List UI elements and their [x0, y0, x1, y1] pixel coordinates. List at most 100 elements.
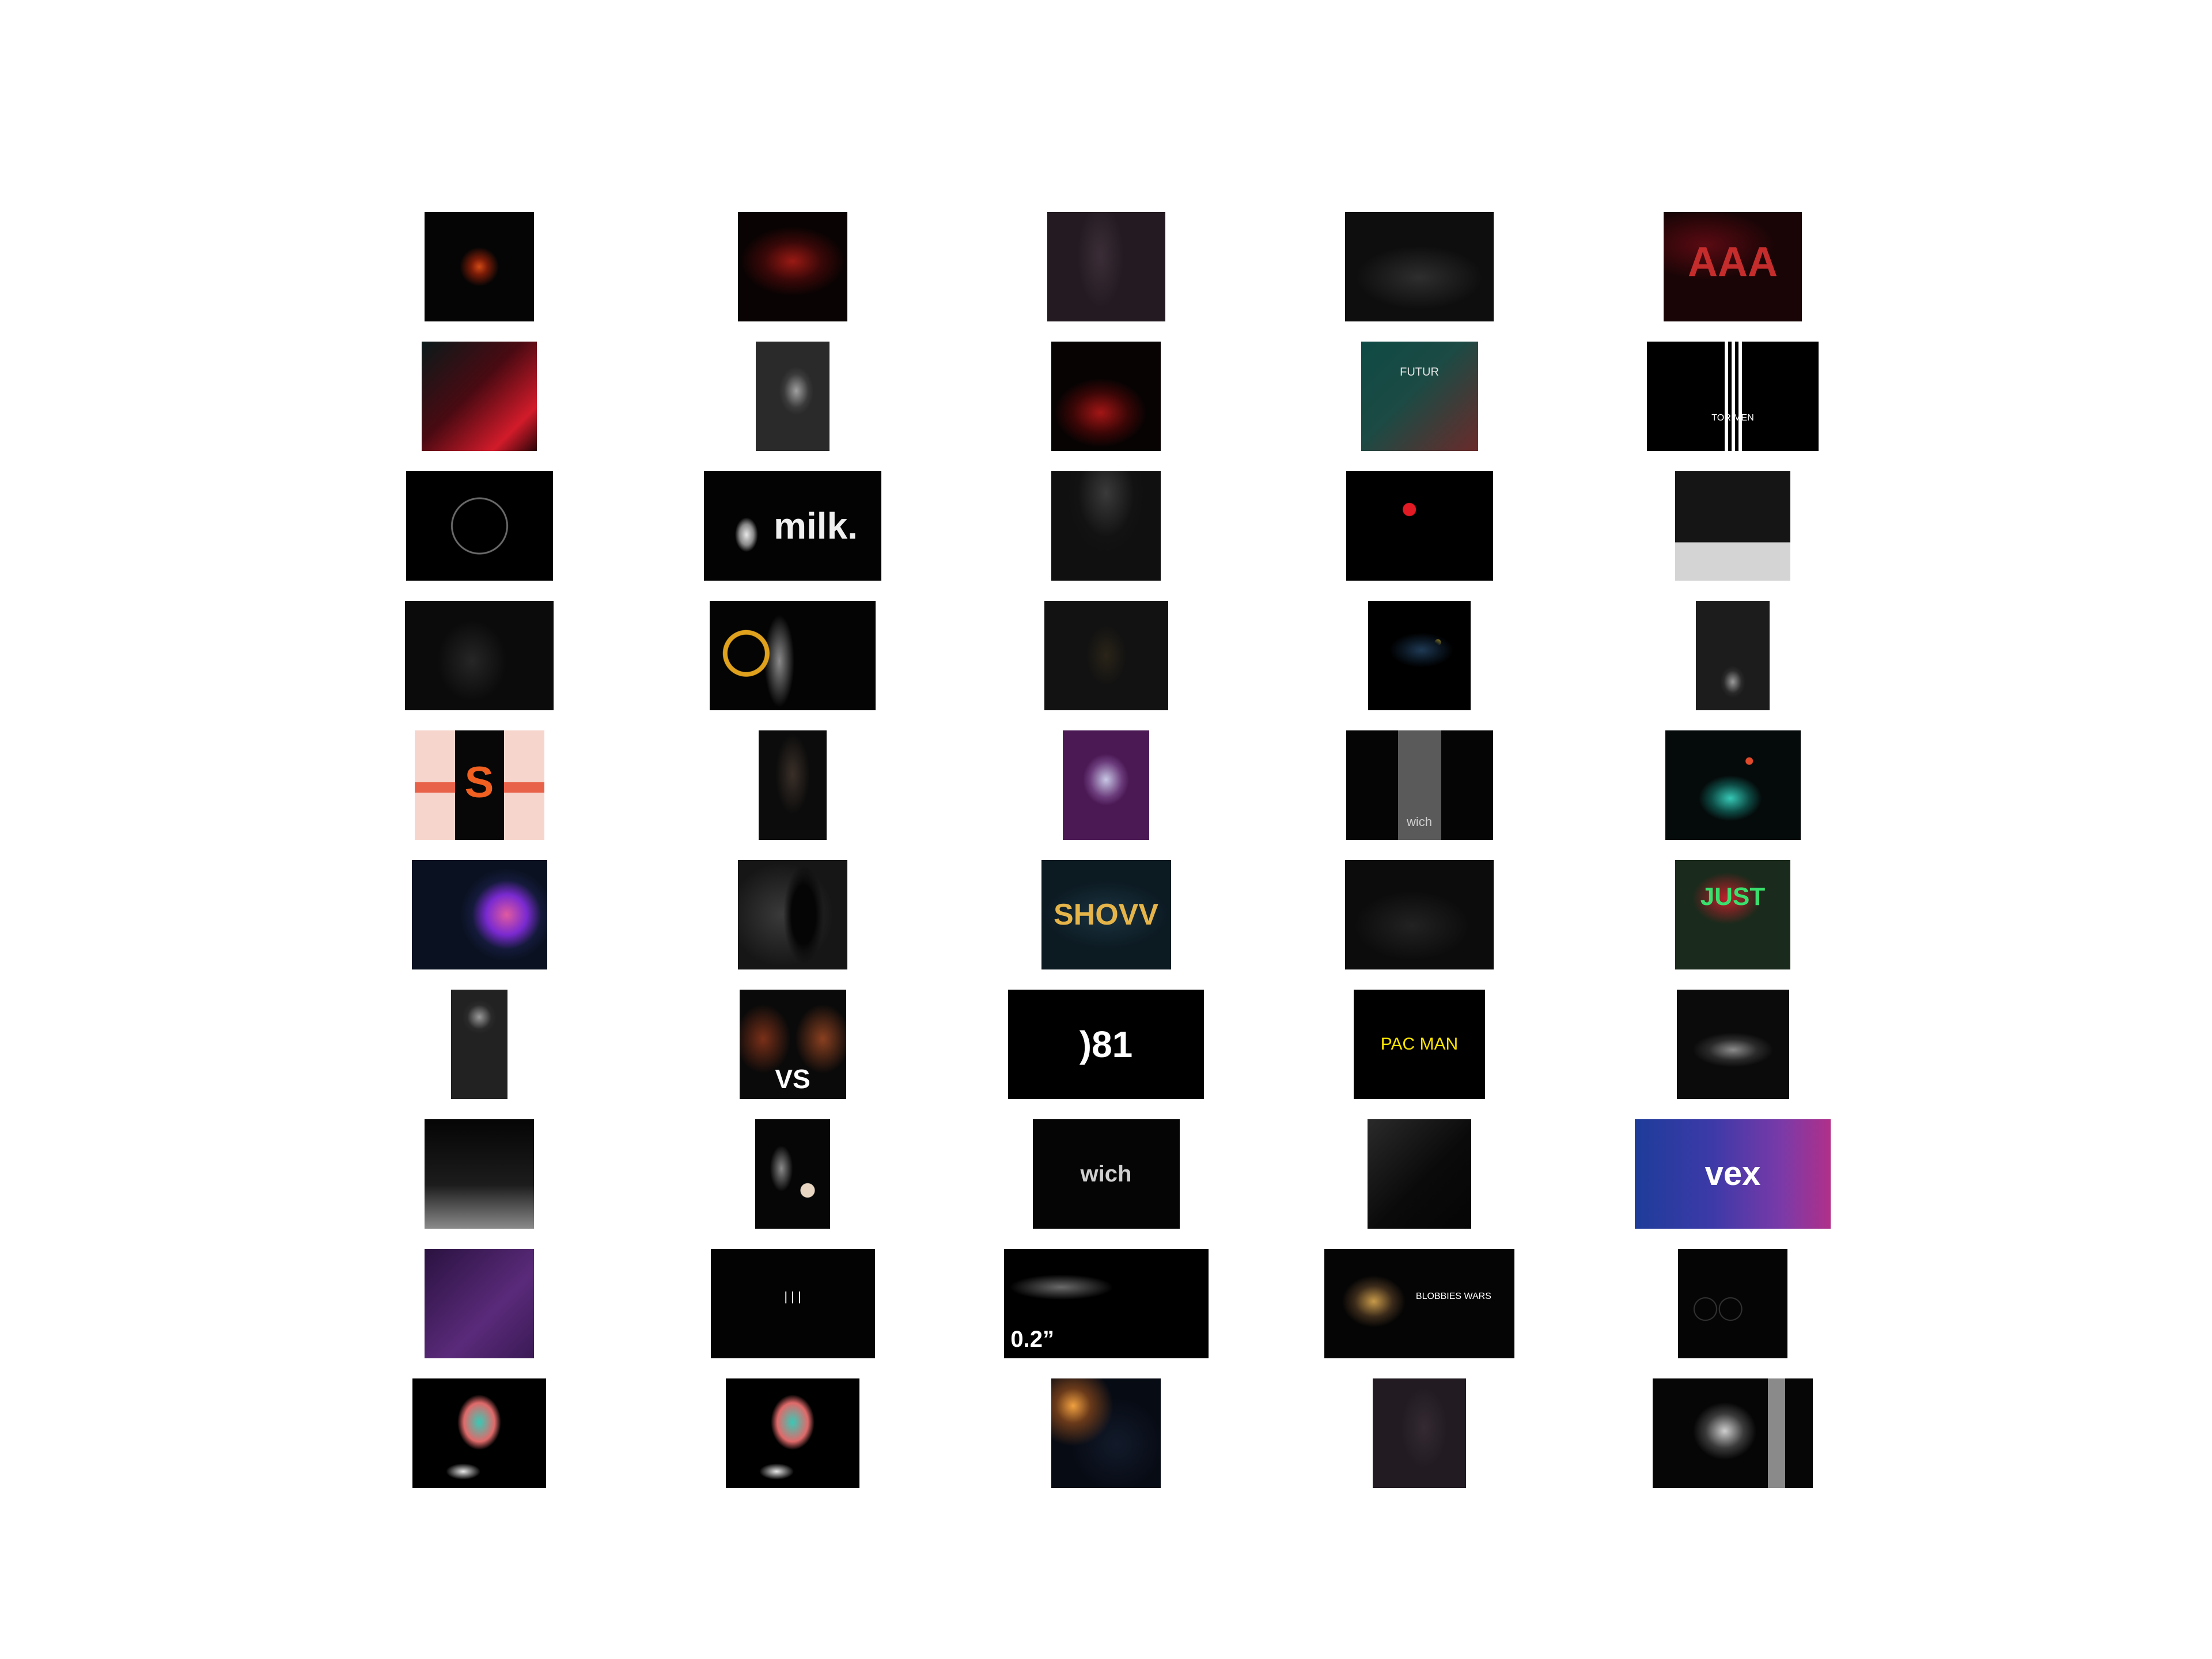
thumb-dark-machinery[interactable] — [1345, 859, 1494, 969]
thumb-dark-objects[interactable] — [1345, 211, 1494, 321]
grid-cell: S — [323, 720, 636, 850]
grid-cell — [636, 331, 949, 461]
thumb-gray-horizon[interactable] — [425, 1119, 534, 1229]
thumb-harmonica-hand[interactable] — [755, 1119, 830, 1229]
thumbnail-label: JUST — [1700, 882, 1766, 911]
grid-cell: AAA — [1576, 202, 1889, 331]
thumb-02-display[interactable]: 0.2” — [1003, 1248, 1209, 1358]
thumb-081[interactable]: )81 — [1008, 989, 1204, 1099]
thumbnail-label: S — [464, 757, 494, 807]
thumbnail-label: VS — [775, 1064, 810, 1094]
thumb-heart[interactable] — [1346, 471, 1493, 581]
grid-cell — [949, 331, 1263, 461]
grid-cell — [323, 1238, 636, 1368]
thumb-bird[interactable] — [1368, 600, 1471, 710]
thumb-book-stand[interactable] — [1653, 1378, 1813, 1488]
grid-cell — [1576, 1238, 1889, 1368]
thumb-dark-purple[interactable] — [1047, 211, 1165, 321]
thumb-warm-light[interactable] — [1051, 1378, 1161, 1488]
thumb-bryant-vs-jordan[interactable]: VS — [739, 989, 846, 1099]
grid-cell: BLOBBIES WARS — [1263, 1238, 1576, 1368]
thumb-bearded-man[interactable] — [1696, 600, 1770, 710]
thumb-gold-g-poster[interactable] — [710, 600, 876, 710]
thumb-green-creature[interactable] — [1665, 730, 1801, 840]
thumbnail-label: SHOVV — [1053, 897, 1159, 931]
grid-cell: PAC MAN — [1263, 979, 1576, 1109]
grid-cell — [323, 850, 636, 979]
grid-cell — [323, 979, 636, 1109]
thumb-teal-balloon-1[interactable] — [412, 1378, 546, 1488]
grid-cell — [1576, 590, 1889, 720]
thumb-gold-frame[interactable] — [1044, 600, 1168, 710]
thumbnail-label: | | | — [784, 1289, 801, 1304]
thumb-red-knot[interactable] — [1051, 341, 1161, 451]
grid-cell — [636, 1109, 949, 1238]
grid-cell — [1576, 720, 1889, 850]
grid-cell — [949, 202, 1263, 331]
grid-cell — [1576, 979, 1889, 1109]
grid-cell: JUST — [1576, 850, 1889, 979]
thumb-wich-bag[interactable]: wich — [1346, 730, 1493, 840]
grid-cell: | | | — [636, 1238, 949, 1368]
thumb-split-portrait[interactable] — [1675, 471, 1790, 581]
grid-cell — [949, 590, 1263, 720]
thumb-red-neon-woman[interactable] — [422, 341, 537, 451]
thumb-just-do-it[interactable]: JUST — [1675, 859, 1790, 969]
thumb-digital-design[interactable] — [1678, 1248, 1787, 1358]
grid-cell — [323, 461, 636, 590]
grid-cell — [323, 1109, 636, 1238]
thumb-red-figure[interactable] — [425, 211, 534, 321]
thumb-portrait-gray[interactable] — [756, 341, 830, 451]
thumb-dark-car[interactable] — [1676, 989, 1789, 1099]
thumb-statue-vertical[interactable] — [451, 989, 507, 1099]
thumb-masked-figure[interactable] — [1051, 471, 1161, 581]
thumb-torimen[interactable]: TORIMEN — [1647, 341, 1819, 451]
thumb-wich-logo[interactable]: wich — [1032, 1119, 1180, 1229]
grid-cell — [636, 202, 949, 331]
grid-cell — [636, 720, 949, 850]
thumb-dark-hand[interactable] — [1373, 1378, 1466, 1488]
thumbnail-label: PAC MAN — [1380, 1034, 1459, 1054]
thumbnail-label: AAA — [1688, 238, 1778, 285]
thumb-blobbies-wars[interactable]: BLOBBIES WARS — [1324, 1248, 1514, 1358]
grid-cell — [1263, 1109, 1576, 1238]
grid-cell — [1576, 1368, 1889, 1498]
grid-cell: 0.2” — [949, 1238, 1263, 1368]
thumb-red-motorbike[interactable] — [738, 211, 847, 321]
thumbnail-label: BLOBBIES WARS — [1415, 1291, 1491, 1302]
thumb-aaa-poster[interactable]: AAA — [1664, 211, 1802, 321]
thumb-teal-balloon-2[interactable] — [726, 1378, 859, 1488]
thumb-neon-portrait[interactable] — [411, 859, 547, 969]
grid-cell — [1263, 1368, 1576, 1498]
grid-cell — [1263, 590, 1576, 720]
grid-cell — [323, 590, 636, 720]
grid-cell — [1263, 202, 1576, 331]
grid-cell: VS — [636, 979, 949, 1109]
grid-cell — [636, 590, 949, 720]
thumb-shovv[interactable]: SHOVV — [1041, 859, 1171, 969]
grid-cell — [636, 1368, 949, 1498]
thumb-milk[interactable]: milk. — [704, 471, 881, 581]
thumbnail-label: wich — [1080, 1161, 1132, 1187]
thumb-dark-statue[interactable] — [405, 600, 554, 710]
thumbnail-label: )81 — [1079, 1023, 1133, 1065]
grid-cell — [323, 202, 636, 331]
grid-cell — [1576, 461, 1889, 590]
thumb-future-teal[interactable]: FUTUR — [1361, 341, 1478, 451]
grid-cell: )81 — [949, 979, 1263, 1109]
thumbnail-label: 0.2” — [1010, 1327, 1054, 1353]
thumb-dark-fashion[interactable] — [759, 730, 827, 840]
thumb-silhouette-woman[interactable] — [738, 859, 847, 969]
thumb-pac-man[interactable]: PAC MAN — [1354, 989, 1485, 1099]
grid-cell: wich — [1263, 720, 1576, 850]
thumb-vex-group[interactable]: vex — [1635, 1119, 1831, 1229]
grid-cell — [949, 1368, 1263, 1498]
thumb-letter-s-card[interactable]: S — [414, 730, 544, 840]
thumb-line-art-face[interactable] — [406, 471, 553, 581]
thumb-purple-illustration[interactable] — [1063, 730, 1149, 840]
grid-cell: TORIMEN — [1576, 331, 1889, 461]
thumb-purple-notebook[interactable] — [425, 1248, 534, 1358]
grid-cell: vex — [1576, 1109, 1889, 1238]
thumb-minimal-bars[interactable]: | | | — [710, 1248, 875, 1358]
thumb-black-device[interactable] — [1368, 1119, 1471, 1229]
